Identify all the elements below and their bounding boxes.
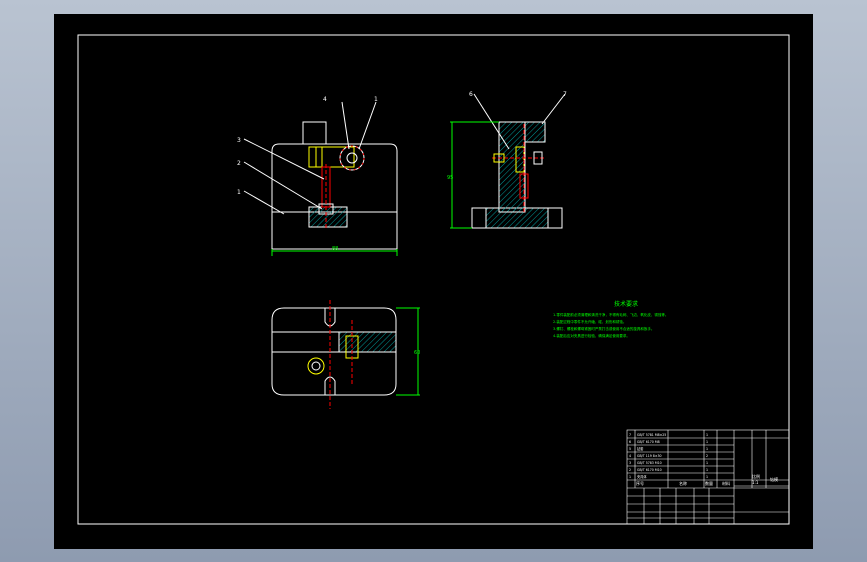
balloon-front-1a: 1 (374, 96, 378, 103)
tb-scale-value: 1:1 (752, 480, 759, 485)
top-slot-upper (324, 308, 336, 327)
tb-row-6-cell-0: 1 (629, 475, 631, 479)
tb-row-2-cell-0: 5 (629, 447, 631, 451)
side-height-dim-text: 95 (447, 175, 453, 181)
assembly-drawing: 4 1 3 2 1 88 6 7 95 60 技术要求 1.零件装配前必须清理和… (77, 34, 790, 525)
balloon-front-4: 4 (323, 96, 327, 103)
notes-line-1: 1.零件装配前必须清理和清洗干净，不得有毛刺、飞边、氧化皮、锈蚀等。 (553, 312, 668, 317)
balloon-side-6: 6 (469, 91, 473, 98)
top-clamp-hatch (338, 331, 397, 353)
tb-row-3-cell-2: 2 (706, 454, 708, 458)
tb-header-name: 名称 (679, 480, 687, 486)
tb-row-5-cell-1: GB/T 6170 M10 (637, 468, 662, 472)
top-view (271, 300, 420, 409)
tb-row-5-cell-2: 1 (706, 468, 708, 472)
front-top-block (302, 121, 327, 145)
tb-row-1-cell-2: 1 (706, 440, 708, 444)
side-bushing-block (524, 121, 546, 143)
cad-drawing-viewport[interactable]: 4 1 3 2 1 88 6 7 95 60 技术要求 1.零件装配前必须清理和… (54, 14, 813, 549)
tb-row-5-cell-0: 2 (629, 468, 631, 472)
front-view (243, 101, 398, 256)
notes-title: 技术要求 (614, 300, 638, 308)
notes-line-3: 3.螺钉、螺栓和螺母紧固时严禁打击或使用不合适的旋具和扳手。 (553, 326, 654, 331)
tb-row-0-cell-1: GB/T 5781 M8×25 (637, 433, 666, 437)
tb-header-no: 序号 (636, 480, 644, 486)
tb-row-1-cell-0: 6 (629, 440, 631, 444)
tb-header-material: 材料 (722, 480, 730, 486)
balloon-side-7: 7 (563, 91, 567, 98)
drawing-border (77, 34, 790, 525)
balloon-front-2: 2 (237, 160, 241, 167)
tb-row-1-cell-1: GB/T 6170 M8 (637, 440, 660, 444)
title-block-rows: 7 GB/T 5781 M8×25 1 6 GB/T 6170 M8 1 5 钻套 1 4 GB/T… (629, 433, 708, 479)
notes-line-2: 2.装配过程中零件不允许磕、碰、划伤和锈蚀。 (553, 319, 626, 324)
tb-drawing-title: 钻模 (770, 476, 778, 482)
tb-row-6-cell-2: 1 (706, 475, 708, 479)
tb-row-6-cell-1: 夹具体 (637, 474, 647, 479)
tb-row-0-cell-0: 7 (629, 433, 631, 437)
balloon-front-1b: 1 (237, 189, 241, 196)
tb-row-3-cell-1: GB/T 119 8×30 (637, 454, 662, 458)
tb-row-4-cell-2: 1 (706, 461, 708, 465)
top-height-dim-text: 60 (414, 350, 420, 356)
front-base-hatch (308, 206, 348, 228)
tb-row-2-cell-2: 1 (706, 447, 708, 451)
technical-notes: 技术要求 1.零件装配前必须清理和清洗干净，不得有毛刺、飞边、氧化皮、锈蚀等。 … (553, 300, 668, 338)
front-width-dim-text: 88 (332, 246, 338, 252)
tb-row-4-cell-1: GB/T 5783 M10 (637, 461, 662, 465)
tb-header-qty: 数量 (705, 480, 713, 486)
balloon-front-3: 3 (237, 137, 241, 144)
tb-row-0-cell-2: 1 (706, 433, 708, 437)
top-nut-circle (307, 357, 325, 375)
tb-scale-label: 比例 (752, 473, 760, 479)
front-body-outline (271, 143, 398, 250)
tb-row-2-cell-1: 钻套 (637, 446, 644, 451)
side-view (450, 93, 566, 229)
tb-row-3-cell-0: 4 (629, 454, 631, 458)
tb-row-4-cell-0: 3 (629, 461, 631, 465)
notes-line-4: 4.装配后应对夹具进行检验，确保满足使用要求。 (553, 333, 630, 338)
